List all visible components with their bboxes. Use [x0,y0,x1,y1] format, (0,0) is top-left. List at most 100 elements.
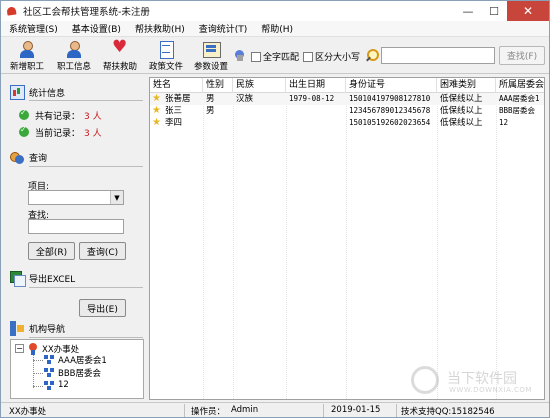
col-committee[interactable]: 所属居委会 [496,78,544,93]
tree-node[interactable]: BBB居委会 [58,367,101,379]
menu-query-stats[interactable]: 查询统计(T) [199,22,248,35]
cell-ethnicity [233,117,286,129]
tree-node[interactable]: 12 [58,380,69,390]
full-match-label: 全字匹配 [263,53,300,63]
cell-hardship-type: 低保线以上 [440,118,483,128]
close-button[interactable]: ✕ [507,1,549,21]
export-button[interactable]: 导出(E) [79,299,126,317]
all-button[interactable]: 全部(R) [28,242,75,260]
col-gender[interactable]: 性别 [203,78,233,93]
status-support: 技术支持QQ:15182546 [401,407,495,417]
total-records-label: 共有记录： [35,112,81,122]
minimize-button[interactable]: — [455,1,481,21]
org-unit-icon [44,381,55,391]
org-nav-title: 机构导航 [29,325,66,335]
case-sensitive-box[interactable] [303,51,313,62]
table-row[interactable]: ★ 张三 男 123456789012345678 低保线以上 BBB居委会 [150,105,544,117]
search-input[interactable] [381,47,495,64]
table-row[interactable]: ★ 李四 150105192602023654 低保线以上 12 [150,117,544,129]
status-divider [323,404,324,417]
cell-gender [203,117,233,129]
export-title: 导出EXCEL [29,275,76,285]
org-chart-icon [9,320,25,336]
check-circle-icon [19,125,29,137]
heart-icon [111,37,129,58]
col-id-number[interactable]: 身份证号 [346,78,437,93]
grid-line [496,93,497,399]
case-sensitive-label: 区分大小写 [315,53,361,63]
cell-birthdate [286,105,346,117]
cell-committee: 12 [499,118,509,127]
policy-files-button[interactable]: 政策文件 [144,39,188,73]
window-controls: — ☐ ✕ [455,1,549,21]
menu-system[interactable]: 系统管理(S) [9,22,58,35]
app-heart-icon [6,5,18,17]
check-circle-icon [19,108,29,120]
status-divider [396,404,397,417]
full-match-box[interactable] [251,51,261,62]
tree-connector [33,360,43,361]
find-input[interactable] [28,219,124,234]
col-ethnicity[interactable]: 民族 [233,78,286,93]
chevron-down-icon[interactable]: ▼ [110,191,123,204]
current-records-value: 3 人 [84,129,102,139]
document-icon [157,40,175,59]
col-birthdate[interactable]: 出生日期 [286,78,346,93]
policy-files-label: 政策文件 [148,62,183,72]
person-info-icon [65,40,83,58]
employee-grid: 姓名 性别 民族 出生日期 身份证号 困难类别 所属居委会 ★ 张善居 男 汉族… [149,77,545,400]
cell-committee: BBB居委会 [499,106,536,115]
star-icon: ★ [152,117,161,128]
current-records-label: 当前记录： [35,129,81,139]
tree-node[interactable]: AAA居委会1 [58,354,107,366]
ribbon-icon [28,343,39,355]
filter-icon [233,48,247,62]
left-panel: 统计信息 共有记录： 3 人 当前记录： 3 人 查询 项目: ▼ 查找: 全部… [5,77,145,400]
employee-info-button[interactable]: 职工信息 [52,39,96,73]
tree-collapse-toggle[interactable]: − [15,344,24,353]
query-button[interactable]: 查询(C) [79,242,126,260]
add-employee-button[interactable]: 新增职工 [5,39,49,73]
query-people-icon [9,149,25,165]
table-row[interactable]: ★ 张善居 男 汉族 1979-08-12 150104197908127810… [150,93,544,105]
stats-divider [29,100,143,101]
search-icon [365,48,379,62]
statistics-icon [9,84,25,100]
cell-id-number: 150104197908127810 [349,94,431,103]
status-bar: XX办事处 操作员： Admin 2019-01-15 技术支持QQ:15182… [1,402,549,417]
main-window: 社区工会帮扶管理系统-未注册 — ☐ ✕ 系统管理(S) 基本设置(B) 帮扶救… [0,0,550,418]
col-name[interactable]: 姓名 [150,78,203,93]
assistance-button[interactable]: 帮扶救助 [98,37,142,73]
status-office: XX办事处 [9,407,47,417]
cell-name: 张善居 [165,94,191,104]
parameter-settings-button[interactable]: 参数设置 [189,39,233,73]
find-button[interactable]: 查找(F) [499,46,545,65]
employee-info-label: 职工信息 [56,62,91,72]
col-hardship-type[interactable]: 困难类别 [437,78,496,93]
cell-ethnicity: 汉族 [236,94,254,104]
query-divider [29,166,143,167]
grid-line [346,93,347,399]
menu-assistance[interactable]: 帮扶救助(H) [135,22,185,35]
status-operator: Admin [231,405,259,415]
item-select[interactable]: ▼ [28,190,124,205]
case-sensitive-checkbox[interactable]: 区分大小写 [303,50,360,63]
add-employee-label: 新增职工 [9,62,44,72]
cell-name: 李四 [165,118,183,128]
cell-hardship-type: 低保线以上 [440,94,483,104]
menu-help[interactable]: 帮助(H) [261,22,293,35]
maximize-button[interactable]: ☐ [481,1,507,21]
full-match-checkbox[interactable]: 全字匹配 [251,50,299,63]
star-icon: ★ [152,93,161,104]
cell-id-number: 150105192602023654 [349,118,431,127]
title-bar: 社区工会帮扶管理系统-未注册 — ☐ ✕ [1,1,549,21]
star-icon: ★ [152,105,161,116]
cell-id-number: 123456789012345678 [349,106,431,115]
menu-basic-settings[interactable]: 基本设置(B) [72,22,121,35]
assistance-label: 帮扶救助 [102,62,137,72]
status-operator-label: 操作员： [191,407,226,417]
menu-bar: 系统管理(S) 基本设置(B) 帮扶救助(H) 查询统计(T) 帮助(H) [1,21,549,37]
site-watermark: 当下软件园 WWW.DOWNXIA.COM [403,364,550,404]
query-title: 查询 [29,154,48,164]
stats-title: 统计信息 [29,89,66,99]
